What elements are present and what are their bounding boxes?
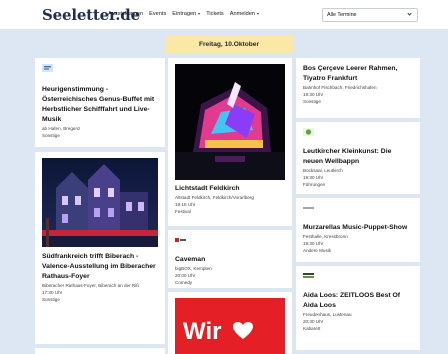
event-card-lichtstadt[interactable]: Lichtstadt Feldkirch Altstadt Feldkirch,… [168,58,292,226]
event-venue: Bocksaal, Leutkirch [303,168,343,173]
event-title: Caveman [175,256,206,263]
organizer-logo-icon [175,236,186,244]
date-banner: Freitag, 10.Oktober [165,35,293,53]
event-title: Leutkircher Kleinkunst: Die neuen Wellba… [303,148,392,165]
event-time: 17:30 Uhr [42,289,63,295]
event-venue: bigBOX, Kempten [175,266,212,271]
event-category: Comedy [175,279,193,285]
chevron-down-icon [198,13,201,15]
top-navigation-bar: Seeletter.de Ausstellungen Events Eintra… [0,0,448,30]
organizer-logo-icon [303,273,314,278]
event-time: 19:30 Uhr [303,174,324,180]
event-card-caveman[interactable]: Caveman bigBOX, Kempten 20:00 Uhr Comedy [168,230,292,288]
event-card-partial[interactable] [35,348,165,354]
event-category: Kabarett [303,325,321,331]
event-venue: ab Hafen, Bregenz [42,126,81,131]
event-card-heurigenstimmung[interactable]: Heurigenstimmung - Österreichisches Genu… [35,58,165,147]
heart-icon [233,322,253,339]
chevron-down-icon [256,13,259,15]
event-venue: Festhalle, Kressbronn [303,234,348,239]
organizer-logo-icon [303,207,314,209]
event-category: Führungen [303,181,326,187]
event-card-aida-loos[interactable]: Aida Loos: ZEITLOOS Best Of Aida Loos Fr… [296,266,420,350]
event-title: Südfrankreich trifft Biberach - Valence-… [42,253,156,280]
event-title: Aida Loos: ZEITLOOS Best Of Aida Loos [303,292,401,309]
poster-text: Wir [183,318,222,345]
main-nav: Ausstellungen Events Eintragen Tickets A… [108,11,259,17]
event-card-bos-cerceve[interactable]: Bos Çerçeve Leerer Rahmen, Tiyatro Frank… [296,58,420,118]
event-title: Bos Çerçeve Leerer Rahmen, Tiyatro Frank… [303,65,398,82]
event-photo-biberach [42,158,158,247]
nav-tickets[interactable]: Tickets [206,11,224,17]
event-category: Sonstige [42,296,60,302]
event-title: Murzarellas Music-Puppet-Show [303,224,408,231]
event-card-suedfrankreich[interactable]: Südfrankreich trifft Biberach - Valence-… [35,152,165,344]
event-title: Lichtstadt Feldkirch [175,185,240,192]
event-venue: Altstadt Feldkirch, Feldkirch/Vorarlberg [175,195,254,200]
event-category: Festival [175,208,191,214]
event-poster-image: Wir [175,298,285,354]
event-card-leutkircher[interactable]: Leutkircher Kleinkunst: Die neuen Wellba… [296,122,420,194]
event-time: 19:30 Uhr [303,91,324,97]
event-venue: Freudenhaus, Lustenau [303,312,352,317]
nav-anmelden[interactable]: Anmelden [230,11,259,17]
event-category: Sonstige [42,132,60,138]
organizer-logo-icon [303,128,314,136]
event-card-wir-poster[interactable]: Wir [168,292,292,354]
event-card-murzarellas[interactable]: Murzarellas Music-Puppet-Show Festhalle,… [296,198,420,262]
chevron-down-icon [407,11,412,16]
event-category: Sonstige [303,98,321,104]
event-venue: Bahnhof Fischbach, Friedrichshafen [303,85,377,90]
event-time: 20:00 Uhr [175,272,196,278]
nav-ausstellungen[interactable]: Ausstellungen [108,11,143,17]
event-time: 19:15 Uhr [175,201,196,207]
organizer-logo-icon [42,64,53,72]
event-title: Heurigenstimmung - Österreichisches Genu… [42,86,155,123]
nav-eintragen[interactable]: Eintragen [172,11,201,17]
nav-events[interactable]: Events [149,11,166,17]
event-category: Andere Musik [303,247,332,253]
event-time: 19:30 Uhr [303,240,324,246]
event-time: 20:30 Uhr [303,318,324,324]
date-filter-select[interactable]: Alle Termine [322,8,418,22]
event-photo-lichtstadt [175,64,285,180]
event-venue: Biberacher Rathaus-Foyer, Biberach an de… [42,283,140,288]
